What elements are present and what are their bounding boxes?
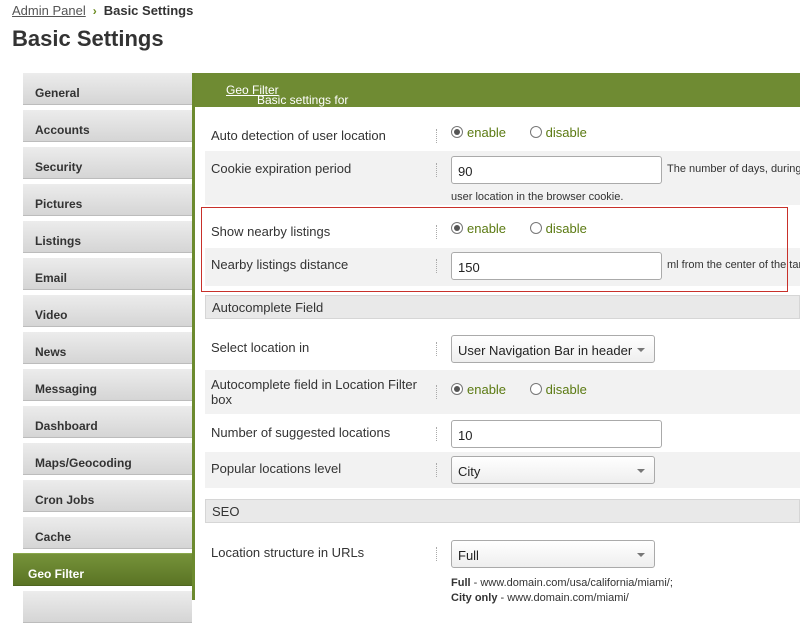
tab-email[interactable]: Email [23,257,192,290]
breadcrumb-admin-panel-link[interactable]: Admin Panel [12,3,86,18]
autocomplete-filter-disable-radio[interactable] [529,383,542,395]
select-location-label: Select location in [211,340,310,355]
tabs-divider [192,73,195,600]
suggested-locations-input[interactable]: 10 [451,420,662,448]
autocomplete-filter-radio-group: enable disable [451,382,607,397]
chevron-down-icon [637,348,645,352]
separator [436,342,437,356]
url-structure-value: Full [458,548,479,563]
separator [436,463,437,477]
separator [436,547,437,561]
url-structure-label: Location structure in URLs [211,545,365,560]
tab-accounts[interactable]: Accounts [23,109,192,142]
autocomplete-section-header: Autocomplete Field [205,295,800,319]
chevron-down-icon [637,469,645,473]
cookie-label: Cookie expiration period [211,161,352,176]
auto-detect-disable-radio[interactable] [529,126,542,138]
tab-maps-geocoding[interactable]: Maps/Geocoding [23,442,192,475]
cookie-hint: The number of days, during [667,163,800,175]
chevron-right-icon: › [92,4,97,18]
url-hint-city-value: - www.domain.com/miami/ [497,592,629,604]
highlight-box [201,207,788,292]
page-title: Basic Settings [12,26,164,51]
tab-cache[interactable]: Cache [23,516,192,549]
tab-listings[interactable]: Listings [23,220,192,253]
auto-detect-enable-radio[interactable] [451,126,463,138]
popular-level-label: Popular locations level [211,461,342,476]
seo-section-header: SEO [205,499,800,523]
tab-video[interactable]: Video [23,294,192,327]
enable-label: enable [467,382,507,397]
enable-label: enable [467,125,507,140]
url-structure-dropdown[interactable]: Full [451,540,655,568]
url-hint-city-key: City only [451,592,498,604]
tab-cron-jobs[interactable]: Cron Jobs [23,479,192,512]
select-location-dropdown[interactable]: User Navigation Bar in header [451,335,655,363]
url-hint-full: Full - www.domain.com/usa/california/mia… [451,577,673,589]
popular-level-value: City [458,464,481,479]
disable-label: disable [545,382,587,397]
popular-level-dropdown[interactable]: City [451,456,655,484]
tab-news[interactable]: News [23,331,192,364]
panel-header-prefix: Basic settings for [257,93,349,107]
tab-pictures[interactable]: Pictures [23,183,192,216]
tab-next[interactable] [23,590,192,623]
breadcrumb-current: Basic Settings [103,3,194,18]
cookie-expiration-input[interactable]: 90 [451,156,662,184]
tab-geo-filter[interactable]: Geo Filter [13,553,193,586]
chevron-down-icon [637,553,645,557]
auto-detect-radio-group: enable disable [451,125,607,140]
autocomplete-filter-label: Autocomplete field in Location Filter bo… [211,377,417,407]
select-location-value: User Navigation Bar in header [458,343,633,358]
tab-dashboard[interactable]: Dashboard [23,405,192,438]
separator [436,385,437,399]
tab-security[interactable]: Security [23,146,192,179]
breadcrumb: Admin Panel › Basic Settings [12,3,193,18]
panel-header: Basic settings for Geo Filter [195,73,800,107]
url-hint-city: City only - www.domain.com/miami/ [451,592,629,604]
disable-label: disable [545,125,587,140]
tab-general[interactable]: General [23,72,192,105]
suggested-locations-label: Number of suggested locations [211,425,391,440]
separator [436,427,437,441]
auto-detect-label: Auto detection of user location [211,128,386,143]
separator [436,163,437,177]
separator [436,129,437,143]
url-hint-full-key: Full [451,577,471,589]
url-hint-full-value: - www.domain.com/usa/california/miami/; [470,577,673,589]
cookie-hint-2: user location in the browser cookie. [451,191,624,203]
autocomplete-filter-enable-radio[interactable] [451,383,463,395]
tab-messaging[interactable]: Messaging [23,368,192,401]
